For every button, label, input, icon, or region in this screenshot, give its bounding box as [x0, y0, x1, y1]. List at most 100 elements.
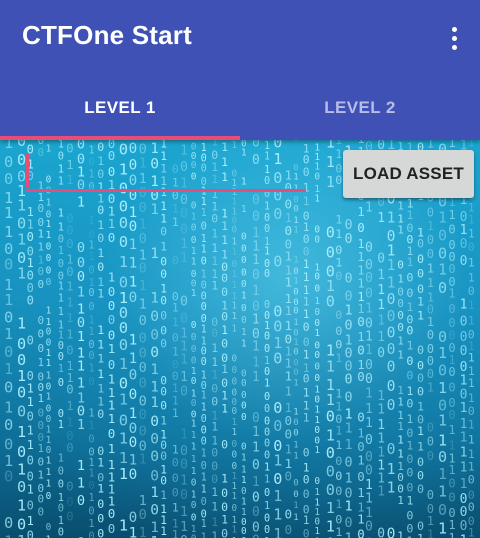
svg-text:0: 0 [252, 193, 260, 208]
svg-text:0: 0 [201, 302, 207, 313]
svg-text:0: 0 [365, 520, 373, 535]
svg-text:1: 1 [150, 379, 159, 395]
asset-input-field[interactable] [26, 154, 306, 192]
svg-text:1: 1 [365, 492, 373, 507]
svg-text:1: 1 [88, 251, 94, 263]
svg-text:1: 1 [460, 401, 468, 416]
svg-text:1: 1 [377, 403, 385, 418]
svg-text:1: 1 [397, 448, 404, 461]
svg-text:1: 1 [345, 472, 353, 487]
svg-text:1: 1 [241, 497, 247, 508]
svg-text:0: 0 [180, 458, 188, 473]
svg-text:0: 0 [427, 435, 434, 449]
svg-text:1: 1 [335, 227, 342, 241]
svg-text:0: 0 [221, 285, 228, 299]
svg-text:0: 0 [357, 314, 364, 329]
svg-text:1: 1 [417, 295, 424, 309]
svg-text:1: 1 [335, 438, 342, 452]
svg-text:1: 1 [365, 402, 373, 417]
svg-text:0: 0 [241, 267, 247, 278]
svg-text:1: 1 [377, 313, 385, 328]
svg-text:0: 0 [201, 497, 207, 508]
svg-text:0: 0 [427, 354, 434, 368]
svg-text:0: 0 [77, 140, 85, 152]
svg-text:0: 0 [38, 493, 45, 506]
svg-text:1: 1 [221, 233, 228, 247]
svg-text:1: 1 [273, 452, 282, 470]
svg-text:0: 0 [365, 286, 373, 301]
svg-text:1: 1 [77, 359, 85, 375]
svg-text:1: 1 [180, 474, 188, 489]
svg-text:1: 1 [66, 296, 73, 310]
svg-text:0: 0 [211, 382, 218, 396]
asset-input[interactable] [34, 158, 298, 188]
svg-text:1: 1 [326, 173, 335, 191]
svg-text:0: 0 [108, 426, 116, 441]
svg-text:1: 1 [264, 202, 270, 213]
svg-text:0: 0 [326, 244, 335, 262]
svg-text:0: 0 [252, 411, 260, 426]
svg-text:1: 1 [377, 389, 385, 404]
svg-text:0: 0 [66, 344, 73, 358]
svg-text:0: 0 [241, 243, 247, 254]
svg-text:0: 0 [345, 318, 353, 333]
svg-text:0: 0 [406, 368, 413, 382]
svg-text:1: 1 [460, 477, 468, 492]
svg-text:1: 1 [46, 534, 52, 538]
load-asset-button[interactable]: LOAD ASSET [343, 150, 474, 198]
svg-text:0: 0 [160, 399, 167, 412]
svg-text:0: 0 [88, 434, 94, 446]
svg-text:0: 0 [357, 526, 364, 538]
svg-text:1: 1 [406, 412, 413, 426]
svg-text:1: 1 [160, 140, 167, 151]
svg-text:0: 0 [180, 294, 188, 309]
menu-dot [451, 26, 457, 32]
svg-text:0: 0 [17, 478, 26, 496]
svg-text:0: 0 [129, 510, 138, 526]
svg-text:1: 1 [448, 140, 455, 150]
svg-text:1: 1 [4, 325, 13, 343]
code-column: 00011001110100010100011001100110 [293, 140, 298, 523]
svg-text:1: 1 [88, 408, 94, 420]
svg-text:1: 1 [406, 339, 413, 353]
svg-text:1: 1 [108, 441, 116, 456]
svg-text:1: 1 [66, 327, 73, 341]
svg-text:0: 0 [38, 406, 45, 419]
code-column: 1101011001101001111000111 [172, 162, 179, 538]
svg-text:0: 0 [303, 336, 310, 349]
svg-text:0: 0 [326, 444, 335, 462]
tab-level-2[interactable]: LEVEL 2 [240, 76, 480, 140]
svg-text:1: 1 [150, 485, 159, 501]
svg-text:1: 1 [46, 479, 52, 490]
svg-text:0: 0 [172, 455, 179, 469]
svg-text:0: 0 [58, 377, 64, 389]
svg-text:1: 1 [377, 432, 385, 447]
tab-bar: LEVEL 1 LEVEL 2 [0, 76, 480, 140]
svg-text:1: 1 [211, 279, 218, 293]
svg-text:0: 0 [448, 302, 455, 316]
code-column: 110011010011111001101110100010 [303, 140, 310, 538]
svg-text:1: 1 [345, 438, 353, 453]
svg-text:0: 0 [4, 378, 13, 396]
svg-text:0: 0 [108, 506, 116, 521]
svg-text:0: 0 [417, 371, 424, 385]
svg-text:0: 0 [345, 456, 353, 471]
code-column: 1101111000001000010000111100011 [448, 140, 455, 538]
svg-text:1: 1 [150, 291, 159, 307]
svg-text:1: 1 [397, 349, 404, 362]
svg-text:1: 1 [77, 475, 85, 491]
tab-level-1[interactable]: LEVEL 1 [0, 76, 240, 140]
svg-text:1: 1 [58, 363, 64, 375]
svg-text:1: 1 [150, 534, 159, 538]
svg-text:1: 1 [335, 351, 342, 365]
svg-text:1: 1 [97, 352, 104, 366]
svg-text:1: 1 [160, 414, 167, 427]
svg-text:0: 0 [201, 222, 207, 233]
svg-text:1: 1 [468, 227, 475, 241]
svg-text:0: 0 [345, 232, 353, 247]
svg-text:1: 1 [201, 391, 207, 402]
svg-text:0: 0 [345, 391, 353, 406]
svg-text:1: 1 [17, 197, 26, 215]
svg-text:0: 0 [108, 284, 116, 299]
more-vert-icon[interactable] [442, 22, 466, 54]
